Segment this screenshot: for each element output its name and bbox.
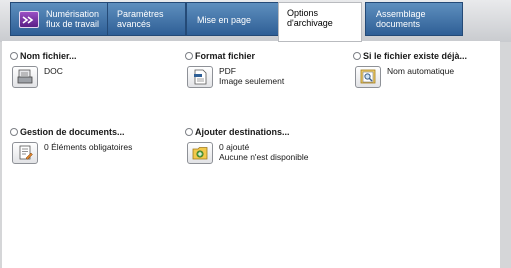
file-exists-value: Nom automatique: [387, 66, 455, 76]
tab-layout-adjustment[interactable]: Mise en page: [186, 2, 280, 36]
tab-label-line1: Assemblage: [376, 9, 426, 19]
tab-label-line1: Paramètres: [117, 9, 164, 19]
tab-label-line1: Numérisation: [46, 9, 100, 19]
add-destinations-icon: [192, 147, 208, 160]
file-exists-button[interactable]: [355, 66, 381, 88]
file-format-title: Format fichier: [195, 51, 256, 61]
document-management-value: 0 Éléments obligatoires: [44, 142, 133, 152]
document-management-icon: [19, 145, 33, 160]
add-destinations-value: 0 ajouté Aucune n'est disponible: [219, 142, 309, 162]
tab-label-line2: flux de travail: [46, 19, 100, 29]
tab-label-line2: documents: [376, 19, 421, 29]
file-name-icon: [17, 69, 33, 84]
file-name-value: DOC: [44, 66, 63, 76]
file-exists-title: Si le fichier existe déjà...: [363, 51, 468, 61]
tab-label-line2: d'archivage: [287, 18, 333, 28]
tab-workflow-scanning[interactable]: Numérisation flux de travail: [10, 2, 108, 36]
file-format-radio[interactable]: [185, 52, 193, 60]
tab-job-assembly[interactable]: Assemblage documents: [365, 2, 463, 36]
add-destinations-value-line2: Aucune n'est disponible: [219, 152, 309, 162]
file-format-icon: [194, 69, 207, 85]
add-destinations-radio[interactable]: [185, 128, 193, 136]
document-management-radio[interactable]: [10, 128, 18, 136]
file-format-value-line1: PDF: [219, 66, 236, 76]
add-destinations-title: Ajouter destinations...: [195, 127, 290, 137]
document-management-button[interactable]: [12, 142, 38, 164]
workflow-scan-icon: [19, 11, 39, 28]
add-destinations-button[interactable]: [187, 142, 213, 164]
tab-filing-options[interactable]: Options d'archivage: [278, 2, 362, 42]
tab-bar: Numérisation flux de travail Paramètres av…: [0, 0, 511, 42]
file-format-value: PDF Image seulement: [219, 66, 284, 86]
file-exists-icon: [360, 69, 376, 84]
file-format-value-line2: Image seulement: [219, 76, 285, 86]
document-management-title: Gestion de documents...: [20, 127, 125, 137]
tab-label-line1: Options: [287, 8, 319, 18]
filing-options-panel: Nom fichier... DOC Format fichier PDF Im…: [2, 41, 500, 268]
file-exists-radio[interactable]: [353, 52, 361, 60]
tab-label-line2: avancés: [117, 19, 151, 29]
file-name-title: Nom fichier...: [20, 51, 77, 61]
file-format-button[interactable]: [187, 66, 213, 88]
add-destinations-value-line1: 0 ajouté: [219, 142, 250, 152]
file-name-button[interactable]: [12, 66, 38, 88]
file-name-radio[interactable]: [10, 52, 18, 60]
tab-label: Mise en page: [197, 15, 252, 25]
tab-advanced-settings[interactable]: Paramètres avancés: [106, 2, 186, 36]
